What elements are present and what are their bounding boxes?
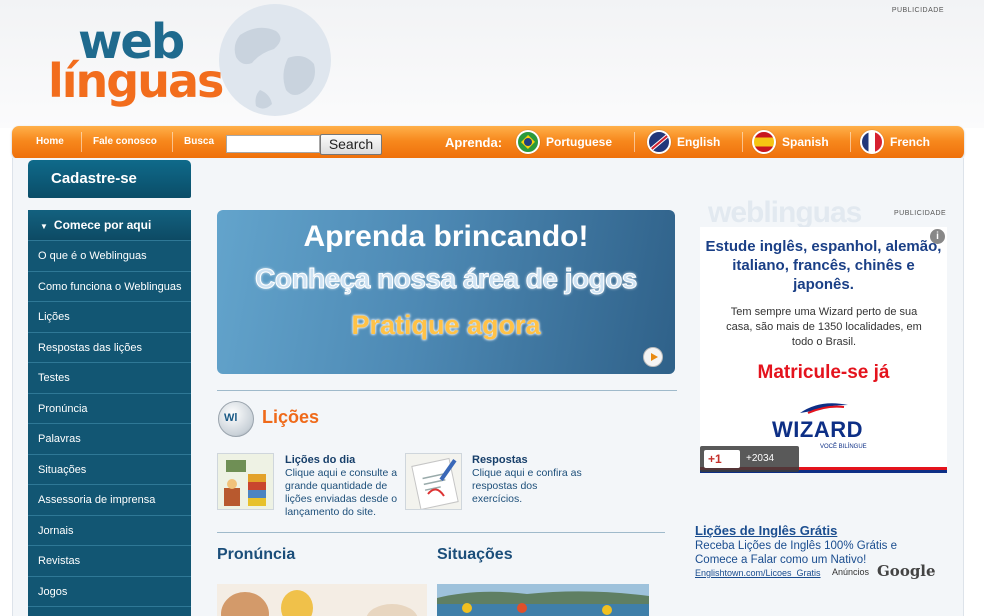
google-plus-count: +2034 bbox=[746, 453, 775, 464]
sidebar-item-licoes[interactable]: Lições bbox=[28, 302, 191, 333]
sidebar-item-testes[interactable]: Testes bbox=[28, 363, 191, 394]
divider bbox=[217, 532, 665, 533]
badge-text: Wl bbox=[224, 412, 238, 424]
wizard-swoosh-icon bbox=[800, 403, 848, 414]
banner-cta: Pratique agora bbox=[351, 310, 541, 340]
nav-divider bbox=[634, 132, 635, 152]
pronuncia-photo[interactable] bbox=[217, 584, 427, 616]
sidebar-item-pronuncia[interactable]: Pronúncia bbox=[28, 394, 191, 424]
sidebar-header[interactable]: ▼ Comece por aqui bbox=[28, 210, 191, 241]
licoes-do-dia-title[interactable]: Lições do dia bbox=[285, 454, 355, 466]
lang-french[interactable]: French bbox=[860, 129, 950, 156]
sidebar-item-jogos[interactable]: Jogos bbox=[28, 577, 191, 607]
banner-headline: Aprenda brincando! bbox=[303, 220, 589, 253]
respostas-thumbnail[interactable] bbox=[405, 453, 462, 510]
sidebar-menu: ▼ Comece por aqui O que é o Weblinguas Co… bbox=[28, 210, 191, 616]
licoes-do-dia-thumbnail[interactable] bbox=[217, 453, 274, 510]
pronuncia-section-title[interactable]: Pronúncia bbox=[217, 546, 295, 564]
lang-spanish[interactable]: Spanish bbox=[752, 129, 847, 156]
ad-body: Tem sempre uma Wizard perto de sua casa,… bbox=[726, 306, 922, 348]
cadastre-se-button[interactable]: Cadastre-se bbox=[28, 160, 191, 198]
ad-publicidade-label: PUBLICIDADE bbox=[894, 210, 947, 217]
wizard-ad[interactable]: i Estude inglês, espanhol, alemão, itali… bbox=[700, 227, 947, 473]
sidebar-item-revistas[interactable]: Revistas bbox=[28, 546, 191, 577]
lang-english[interactable]: English bbox=[647, 129, 737, 156]
respostas-title[interactable]: Respostas bbox=[472, 454, 528, 466]
sidebar-header-label: Comece por aqui bbox=[53, 218, 152, 232]
ad-cta[interactable]: Matricule-se já bbox=[700, 362, 947, 384]
globe-icon bbox=[219, 4, 331, 116]
nav-divider bbox=[850, 132, 851, 152]
france-flag-icon bbox=[860, 130, 884, 154]
sidebar-item-jornais[interactable]: Jornais bbox=[28, 516, 191, 546]
kayak-photo bbox=[437, 584, 649, 616]
people-photo bbox=[217, 584, 427, 616]
nav-divider bbox=[81, 132, 82, 152]
search-input[interactable] bbox=[226, 135, 320, 153]
situacoes-photo[interactable] bbox=[437, 584, 649, 616]
divider bbox=[217, 390, 677, 391]
licoes-section-title[interactable]: Lições bbox=[262, 407, 319, 428]
sidebar-item-assessoria[interactable]: Assessoria de imprensa bbox=[28, 485, 191, 516]
books-icon bbox=[218, 454, 273, 509]
lang-french-label: French bbox=[890, 135, 931, 149]
banner-subheadline: Conheça nossa área de jogos bbox=[255, 263, 638, 295]
wizard-logo: WIZARD bbox=[772, 417, 863, 442]
lang-portuguese-label: Portuguese bbox=[546, 135, 613, 149]
google-logo: Google bbox=[877, 562, 936, 580]
triangle-down-icon: ▼ bbox=[40, 222, 48, 231]
sidebar-item-o-que-e[interactable]: O que é o Weblinguas bbox=[28, 241, 191, 272]
site-header: web línguas PUBLICIDADE bbox=[0, 0, 984, 128]
worksheet-icon bbox=[406, 454, 461, 509]
sidebar-item-situacoes[interactable]: Situações bbox=[28, 455, 191, 485]
text-ad-url[interactable]: Englishtown.com/Licoes_Gratis bbox=[695, 568, 828, 578]
main-navbar: Home Fale conosco Busca Search Aprenda: … bbox=[12, 126, 964, 159]
sidebar-item-palavras[interactable]: Palavras bbox=[28, 424, 191, 455]
anuncios-google-label[interactable]: Anúncios bbox=[832, 567, 869, 577]
wizard-tagline: VOCÊ BILÍNGUE bbox=[820, 444, 867, 450]
logo-text-linguas: línguas bbox=[48, 54, 224, 108]
spain-flag-icon bbox=[752, 130, 776, 154]
site-logo[interactable]: web línguas bbox=[48, 14, 224, 114]
games-banner[interactable]: Aprenda brincando! Conheça nossa área de… bbox=[217, 210, 675, 374]
lang-english-label: English bbox=[677, 135, 721, 149]
nav-busca[interactable]: Busca bbox=[184, 126, 214, 159]
search-button[interactable]: Search bbox=[320, 134, 382, 155]
ad-watermark: weblinguas bbox=[708, 196, 862, 229]
ad-headline: Estude inglês, espanhol, alemão, italian… bbox=[705, 238, 942, 293]
nav-divider bbox=[172, 132, 173, 152]
licoes-do-dia-desc: Clique aqui e consulte a grande quantida… bbox=[285, 467, 398, 518]
sidebar-item-como-funciona[interactable]: Como funciona o Weblinguas bbox=[28, 272, 191, 302]
nav-home[interactable]: Home bbox=[36, 126, 64, 159]
respostas-desc: Clique aqui e confira as respostas dos e… bbox=[472, 467, 582, 505]
nav-fale-conosco[interactable]: Fale conosco bbox=[93, 126, 157, 159]
situacoes-section-title[interactable]: Situações bbox=[437, 546, 513, 564]
aprenda-label: Aprenda: bbox=[445, 135, 503, 150]
brazil-flag-icon bbox=[516, 130, 540, 154]
text-ad-title[interactable]: Lições de Inglês Grátis bbox=[695, 523, 837, 538]
publicidade-label: PUBLICIDADE bbox=[891, 7, 944, 14]
lang-spanish-label: Spanish bbox=[782, 135, 829, 149]
sidebar-item-respostas[interactable]: Respostas das lições bbox=[28, 333, 191, 363]
google-plus-widget[interactable]: +1 +2034 bbox=[700, 446, 799, 472]
nav-divider bbox=[742, 132, 743, 152]
uk-flag-icon bbox=[647, 130, 671, 154]
lang-portuguese[interactable]: Portuguese bbox=[516, 129, 626, 156]
google-plus-one-button[interactable]: +1 bbox=[704, 450, 740, 468]
weblinguas-badge-icon: Wl bbox=[218, 401, 254, 437]
banner-next-arrow-icon[interactable] bbox=[643, 347, 663, 367]
